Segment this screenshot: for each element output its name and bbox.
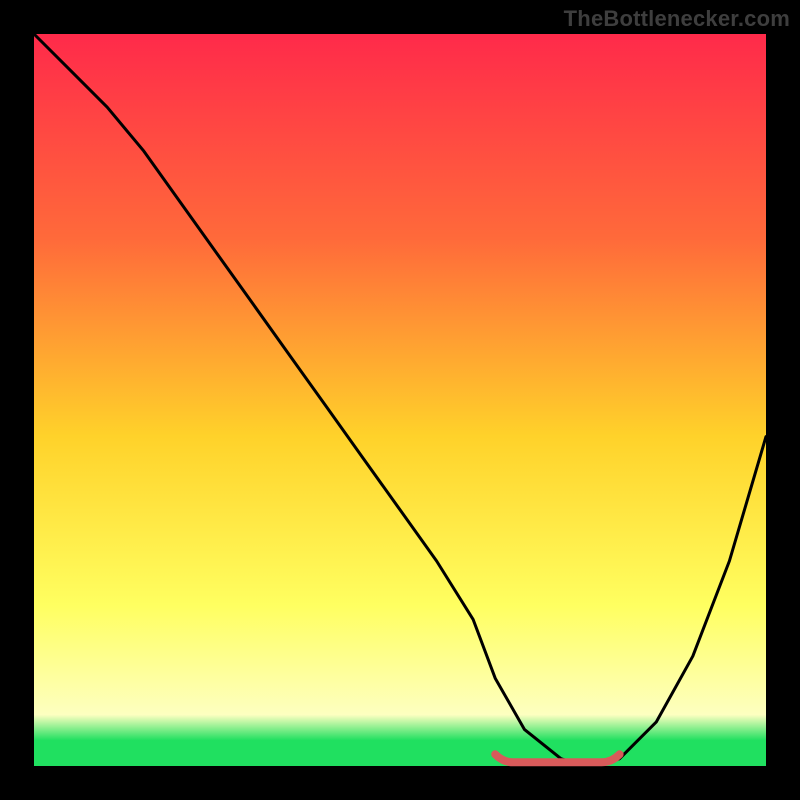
plot-area (34, 34, 766, 766)
chart-container: TheBottlenecker.com (0, 0, 800, 800)
watermark-text: TheBottlenecker.com (564, 6, 790, 32)
chart-svg (0, 0, 800, 800)
